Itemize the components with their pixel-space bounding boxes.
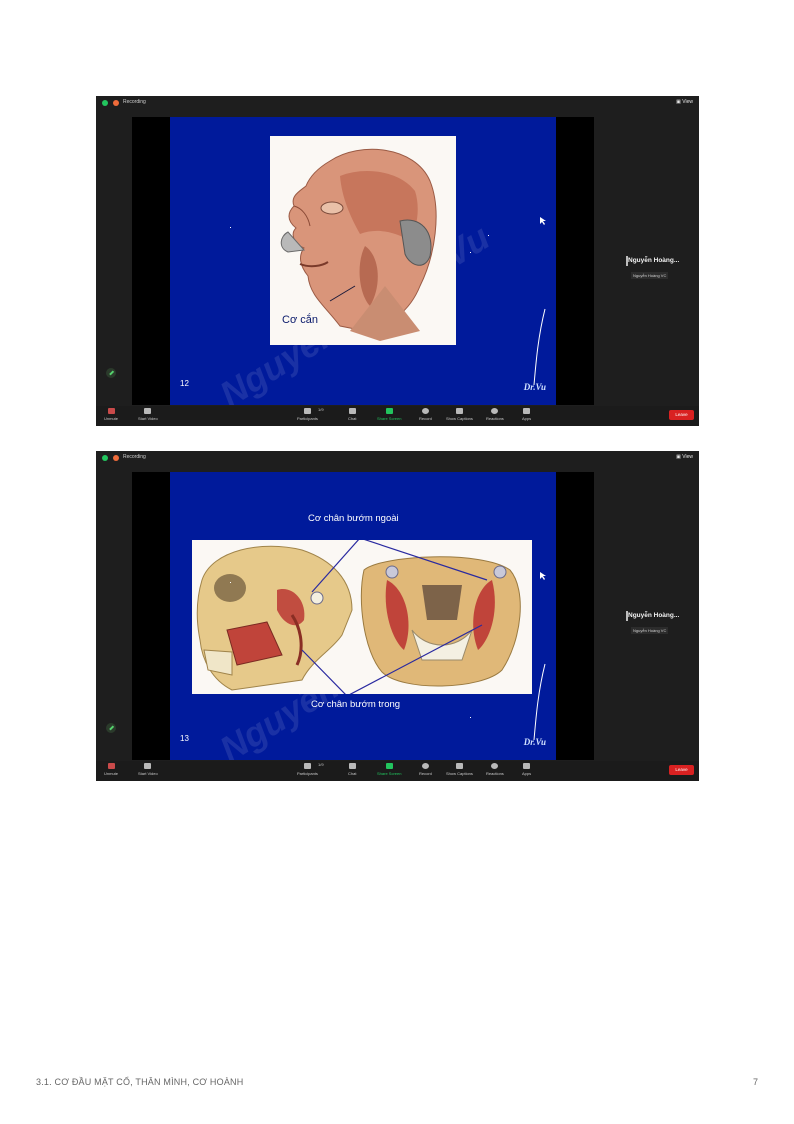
mic-muted-icon: [107, 763, 115, 769]
chat-button[interactable]: Chat: [348, 763, 356, 776]
chat-button[interactable]: Chat: [348, 408, 356, 421]
skull-illustration: [196, 537, 521, 697]
slide-number: 13: [180, 734, 189, 743]
participant-name: Nguyễn Hoàng...: [628, 257, 680, 264]
apps-icon: [523, 408, 531, 414]
video-off-icon: [144, 408, 152, 414]
record-icon: [421, 763, 429, 769]
label-medial-pterygoid: Cơ chân bướm trong: [311, 699, 401, 710]
slide: Nguyễn Hoàng Vu Cơ cắn 12 Dr.Vu: [170, 117, 556, 405]
slide-number: 12: [180, 379, 189, 388]
share-screen-icon: [385, 408, 393, 414]
reactions-button[interactable]: Reactions: [486, 763, 504, 776]
record-icon: [421, 408, 429, 414]
pen-stroke: [533, 308, 546, 386]
participants-icon: [303, 408, 311, 414]
slide-caption: Cơ cắn: [282, 314, 318, 326]
reactions-icon: [491, 408, 499, 414]
share-screen-icon: [385, 763, 393, 769]
zoom-toolbar: Unmute Start Video Participants 1/9 Chat…: [96, 406, 699, 426]
skull-figure: [192, 537, 532, 697]
apps-icon: [523, 763, 531, 769]
head-muscle-figure: Cơ cắn: [270, 136, 456, 345]
participants-icon: [303, 763, 311, 769]
label-lateral-pterygoid: Cơ chân bướm ngoài: [308, 513, 399, 524]
reactions-icon: [491, 763, 499, 769]
reactions-button[interactable]: Reactions: [486, 408, 504, 421]
participant-sub-label: Nguyễn Hoàng VC: [631, 272, 669, 279]
page-number: 7: [752, 1077, 758, 1087]
share-screen-button[interactable]: Share Screen: [377, 408, 401, 421]
participant-name: Nguyễn Hoàng...: [628, 612, 680, 619]
unmute-button[interactable]: Unmute: [104, 763, 118, 776]
participant-sub-label: Nguyễn Hoàng VC: [631, 627, 669, 634]
view-button[interactable]: ▣ View: [676, 99, 693, 105]
chat-icon: [348, 763, 356, 769]
leave-button[interactable]: Leave: [669, 410, 694, 420]
recording-icon: [113, 455, 119, 461]
zoom-top-bar: Recording ▣ View: [96, 451, 699, 465]
participants-button[interactable]: Participants: [297, 408, 318, 421]
video-off-icon: [144, 763, 152, 769]
zoom-toolbar: Unmute Start Video Participants 1/9 Chat…: [96, 761, 699, 781]
apps-button[interactable]: Apps: [522, 408, 531, 421]
shared-screen: Nguyễn Hoàng Vu Cơ cắn 12 Dr.Vu: [132, 117, 594, 405]
annotate-pen-icon[interactable]: [106, 723, 116, 733]
captions-icon: [455, 763, 463, 769]
chat-icon: [348, 408, 356, 414]
zoom-screenshot-2: Recording ▣ View Nguyễn Hoàng Vu Cơ chân…: [96, 451, 699, 781]
record-button[interactable]: Record: [419, 763, 432, 776]
participants-count: 1/9: [318, 762, 324, 767]
share-screen-button[interactable]: Share Screen: [377, 763, 401, 776]
mouse-cursor-icon: [540, 217, 546, 225]
recording-icon: [113, 100, 119, 106]
page-footer-title: 3.1. CƠ ĐẦU MẶT CỔ, THÂN MÌNH, CƠ HOÀNH: [36, 1077, 244, 1087]
show-captions-button[interactable]: Show Captions: [446, 763, 473, 776]
slide: Nguyễn Hoàng Vu Cơ chân bướm ngoài: [170, 472, 556, 760]
shield-icon: [102, 455, 108, 461]
leave-button[interactable]: Leave: [669, 765, 694, 775]
view-label: View: [682, 99, 693, 105]
zoom-screenshot-1: Recording ▣ View Nguyễn Hoàng Vu Cơ: [96, 96, 699, 426]
mouse-cursor-icon: [540, 572, 546, 580]
recording-label: Recording: [123, 99, 146, 105]
view-label: View: [682, 454, 693, 460]
participants-button[interactable]: Participants: [297, 763, 318, 776]
mic-muted-icon: [107, 408, 115, 414]
show-captions-button[interactable]: Show Captions: [446, 408, 473, 421]
view-button[interactable]: ▣ View: [676, 454, 693, 460]
pen-stroke: [533, 663, 546, 741]
apps-button[interactable]: Apps: [522, 763, 531, 776]
shield-icon: [102, 100, 108, 106]
start-video-button[interactable]: Start Video: [138, 408, 158, 421]
recording-label: Recording: [123, 454, 146, 460]
record-button[interactable]: Record: [419, 408, 432, 421]
shared-screen: Nguyễn Hoàng Vu Cơ chân bướm ngoài: [132, 472, 594, 760]
unmute-button[interactable]: Unmute: [104, 408, 118, 421]
zoom-top-bar: Recording ▣ View: [96, 96, 699, 110]
participants-count: 1/9: [318, 407, 324, 412]
captions-icon: [455, 408, 463, 414]
start-video-button[interactable]: Start Video: [138, 763, 158, 776]
annotate-pen-icon[interactable]: [106, 368, 116, 378]
